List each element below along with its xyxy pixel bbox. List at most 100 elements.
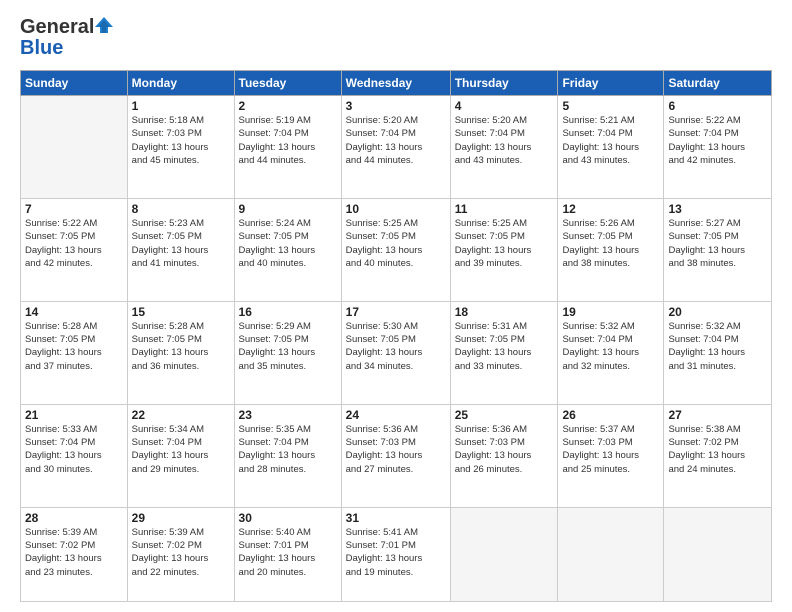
- calendar-cell: 23Sunrise: 5:35 AMSunset: 7:04 PMDayligh…: [234, 404, 341, 507]
- day-number: 29: [132, 511, 230, 525]
- day-number: 17: [346, 305, 446, 319]
- day-number: 26: [562, 408, 659, 422]
- day-info: Sunrise: 5:18 AMSunset: 7:03 PMDaylight:…: [132, 114, 230, 167]
- day-info: Sunrise: 5:39 AMSunset: 7:02 PMDaylight:…: [25, 526, 123, 579]
- day-number: 22: [132, 408, 230, 422]
- day-number: 14: [25, 305, 123, 319]
- calendar-day-header: Wednesday: [341, 71, 450, 96]
- day-number: 5: [562, 99, 659, 113]
- calendar-cell: 29Sunrise: 5:39 AMSunset: 7:02 PMDayligh…: [127, 507, 234, 601]
- day-number: 28: [25, 511, 123, 525]
- day-number: 16: [239, 305, 337, 319]
- calendar-header-row: SundayMondayTuesdayWednesdayThursdayFrid…: [21, 71, 772, 96]
- logo: General Blue: [20, 16, 114, 60]
- day-number: 31: [346, 511, 446, 525]
- day-number: 6: [668, 99, 767, 113]
- day-number: 9: [239, 202, 337, 216]
- calendar-cell: 1Sunrise: 5:18 AMSunset: 7:03 PMDaylight…: [127, 96, 234, 199]
- day-info: Sunrise: 5:25 AMSunset: 7:05 PMDaylight:…: [346, 217, 446, 270]
- day-info: Sunrise: 5:34 AMSunset: 7:04 PMDaylight:…: [132, 423, 230, 476]
- day-info: Sunrise: 5:25 AMSunset: 7:05 PMDaylight:…: [455, 217, 554, 270]
- day-number: 15: [132, 305, 230, 319]
- logo-blue: Blue: [20, 37, 63, 60]
- calendar-cell: 20Sunrise: 5:32 AMSunset: 7:04 PMDayligh…: [664, 301, 772, 404]
- calendar-week-row: 21Sunrise: 5:33 AMSunset: 7:04 PMDayligh…: [21, 404, 772, 507]
- logo-general: General: [20, 16, 94, 39]
- calendar-cell: 17Sunrise: 5:30 AMSunset: 7:05 PMDayligh…: [341, 301, 450, 404]
- calendar-cell: 6Sunrise: 5:22 AMSunset: 7:04 PMDaylight…: [664, 96, 772, 199]
- day-info: Sunrise: 5:33 AMSunset: 7:04 PMDaylight:…: [25, 423, 123, 476]
- calendar-day-header: Sunday: [21, 71, 128, 96]
- calendar-cell: 7Sunrise: 5:22 AMSunset: 7:05 PMDaylight…: [21, 198, 128, 301]
- calendar-cell: 21Sunrise: 5:33 AMSunset: 7:04 PMDayligh…: [21, 404, 128, 507]
- calendar-cell: [664, 507, 772, 601]
- calendar-cell: 25Sunrise: 5:36 AMSunset: 7:03 PMDayligh…: [450, 404, 558, 507]
- calendar-week-row: 28Sunrise: 5:39 AMSunset: 7:02 PMDayligh…: [21, 507, 772, 601]
- day-number: 4: [455, 99, 554, 113]
- day-info: Sunrise: 5:32 AMSunset: 7:04 PMDaylight:…: [668, 320, 767, 373]
- calendar-cell: 16Sunrise: 5:29 AMSunset: 7:05 PMDayligh…: [234, 301, 341, 404]
- calendar-cell: 22Sunrise: 5:34 AMSunset: 7:04 PMDayligh…: [127, 404, 234, 507]
- calendar-cell: 19Sunrise: 5:32 AMSunset: 7:04 PMDayligh…: [558, 301, 664, 404]
- day-info: Sunrise: 5:32 AMSunset: 7:04 PMDaylight:…: [562, 320, 659, 373]
- day-info: Sunrise: 5:28 AMSunset: 7:05 PMDaylight:…: [25, 320, 123, 373]
- calendar-day-header: Tuesday: [234, 71, 341, 96]
- day-number: 8: [132, 202, 230, 216]
- calendar-cell: 10Sunrise: 5:25 AMSunset: 7:05 PMDayligh…: [341, 198, 450, 301]
- day-number: 10: [346, 202, 446, 216]
- calendar-cell: 9Sunrise: 5:24 AMSunset: 7:05 PMDaylight…: [234, 198, 341, 301]
- day-info: Sunrise: 5:24 AMSunset: 7:05 PMDaylight:…: [239, 217, 337, 270]
- day-info: Sunrise: 5:23 AMSunset: 7:05 PMDaylight:…: [132, 217, 230, 270]
- day-number: 23: [239, 408, 337, 422]
- day-number: 12: [562, 202, 659, 216]
- day-info: Sunrise: 5:21 AMSunset: 7:04 PMDaylight:…: [562, 114, 659, 167]
- day-info: Sunrise: 5:40 AMSunset: 7:01 PMDaylight:…: [239, 526, 337, 579]
- calendar-cell: 28Sunrise: 5:39 AMSunset: 7:02 PMDayligh…: [21, 507, 128, 601]
- day-info: Sunrise: 5:41 AMSunset: 7:01 PMDaylight:…: [346, 526, 446, 579]
- calendar-day-header: Thursday: [450, 71, 558, 96]
- calendar-day-header: Friday: [558, 71, 664, 96]
- calendar-cell: 12Sunrise: 5:26 AMSunset: 7:05 PMDayligh…: [558, 198, 664, 301]
- day-number: 30: [239, 511, 337, 525]
- day-number: 27: [668, 408, 767, 422]
- day-info: Sunrise: 5:26 AMSunset: 7:05 PMDaylight:…: [562, 217, 659, 270]
- day-info: Sunrise: 5:28 AMSunset: 7:05 PMDaylight:…: [132, 320, 230, 373]
- day-number: 24: [346, 408, 446, 422]
- day-info: Sunrise: 5:20 AMSunset: 7:04 PMDaylight:…: [346, 114, 446, 167]
- day-number: 1: [132, 99, 230, 113]
- day-info: Sunrise: 5:31 AMSunset: 7:05 PMDaylight:…: [455, 320, 554, 373]
- calendar-cell: 3Sunrise: 5:20 AMSunset: 7:04 PMDaylight…: [341, 96, 450, 199]
- calendar-cell: 5Sunrise: 5:21 AMSunset: 7:04 PMDaylight…: [558, 96, 664, 199]
- calendar-cell: 24Sunrise: 5:36 AMSunset: 7:03 PMDayligh…: [341, 404, 450, 507]
- calendar-cell: [450, 507, 558, 601]
- calendar-cell: [558, 507, 664, 601]
- day-info: Sunrise: 5:29 AMSunset: 7:05 PMDaylight:…: [239, 320, 337, 373]
- calendar-cell: 13Sunrise: 5:27 AMSunset: 7:05 PMDayligh…: [664, 198, 772, 301]
- calendar-week-row: 1Sunrise: 5:18 AMSunset: 7:03 PMDaylight…: [21, 96, 772, 199]
- day-number: 3: [346, 99, 446, 113]
- page: General Blue SundayMondayTuesdayWednesda…: [0, 0, 792, 612]
- calendar-cell: 30Sunrise: 5:40 AMSunset: 7:01 PMDayligh…: [234, 507, 341, 601]
- calendar-cell: 4Sunrise: 5:20 AMSunset: 7:04 PMDaylight…: [450, 96, 558, 199]
- calendar-cell: 15Sunrise: 5:28 AMSunset: 7:05 PMDayligh…: [127, 301, 234, 404]
- calendar-table: SundayMondayTuesdayWednesdayThursdayFrid…: [20, 70, 772, 602]
- day-number: 18: [455, 305, 554, 319]
- day-number: 19: [562, 305, 659, 319]
- day-number: 25: [455, 408, 554, 422]
- day-info: Sunrise: 5:36 AMSunset: 7:03 PMDaylight:…: [346, 423, 446, 476]
- day-number: 7: [25, 202, 123, 216]
- calendar-cell: 31Sunrise: 5:41 AMSunset: 7:01 PMDayligh…: [341, 507, 450, 601]
- calendar-cell: 11Sunrise: 5:25 AMSunset: 7:05 PMDayligh…: [450, 198, 558, 301]
- day-number: 21: [25, 408, 123, 422]
- day-info: Sunrise: 5:27 AMSunset: 7:05 PMDaylight:…: [668, 217, 767, 270]
- calendar-cell: 18Sunrise: 5:31 AMSunset: 7:05 PMDayligh…: [450, 301, 558, 404]
- day-number: 2: [239, 99, 337, 113]
- calendar-cell: [21, 96, 128, 199]
- calendar-day-header: Saturday: [664, 71, 772, 96]
- calendar-cell: 26Sunrise: 5:37 AMSunset: 7:03 PMDayligh…: [558, 404, 664, 507]
- day-info: Sunrise: 5:22 AMSunset: 7:05 PMDaylight:…: [25, 217, 123, 270]
- calendar-cell: 2Sunrise: 5:19 AMSunset: 7:04 PMDaylight…: [234, 96, 341, 199]
- logo-bird-icon: [95, 17, 113, 38]
- day-info: Sunrise: 5:36 AMSunset: 7:03 PMDaylight:…: [455, 423, 554, 476]
- header: General Blue: [20, 16, 772, 60]
